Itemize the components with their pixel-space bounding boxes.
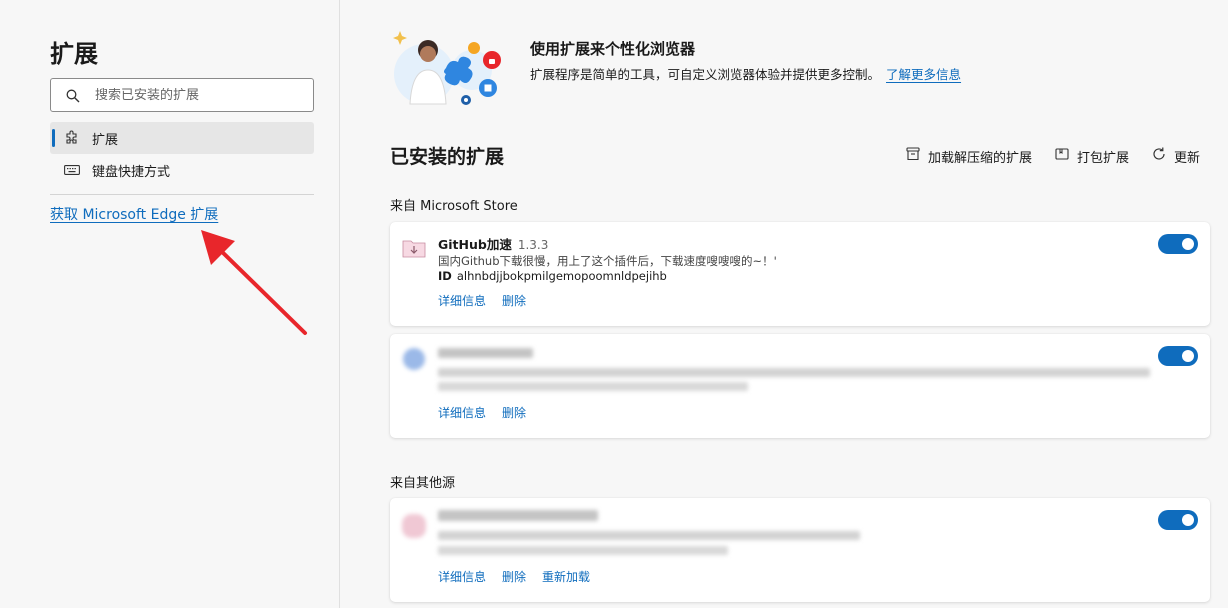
sidebar-item-label: 扩展 (92, 132, 119, 148)
archive-icon (905, 146, 921, 166)
extension-name-row: GitHub加速 1.3.3 (438, 234, 548, 253)
extension-toggle[interactable] (1158, 510, 1198, 530)
blurred-extension-icon (403, 348, 425, 370)
hero-desc-text: 扩展程序是简单的工具，可自定义浏览器体验并提供更多控制。 (530, 67, 881, 82)
reload-link[interactable]: 重新加载 (542, 568, 590, 585)
puzzle-icon (64, 130, 80, 146)
load-unpacked-label: 加载解压缩的扩展 (927, 150, 1032, 166)
extension-name: GitHub加速 (438, 237, 512, 252)
sidebar-item-extensions[interactable]: 扩展 (50, 122, 314, 154)
remove-link[interactable]: 删除 (502, 568, 526, 585)
blurred-name (438, 510, 598, 521)
learn-more-link[interactable]: 了解更多信息 (886, 67, 961, 82)
other-section-label: 来自其他源 (390, 476, 456, 491)
extension-card-github: GitHub加速 1.3.3 国内Github下载很慢，用上了这个插件后，下载速度… (390, 222, 1210, 326)
get-extensions-link[interactable]: 获取 Microsoft Edge 扩展 (50, 204, 218, 224)
extension-version: 1.3.3 (517, 238, 549, 252)
details-link[interactable]: 详细信息 (438, 568, 486, 585)
blurred-name (438, 348, 533, 358)
extension-actions: 详细信息 删除 重新加载 (438, 568, 590, 585)
keyboard-icon (64, 162, 80, 178)
update-label: 更新 (1173, 150, 1200, 166)
extensions-illustration (393, 31, 501, 105)
main-content: 使用扩展来个性化浏览器 扩展程序是简单的工具，可自定义浏览器体验并提供更多控制。… (340, 0, 1228, 608)
installed-extensions-title: 已安装的扩展 (390, 146, 505, 168)
pack-extension-button[interactable]: 打包扩展 (1054, 146, 1129, 166)
blurred-id (438, 546, 728, 555)
extensions-toolbar: 加载解压缩的扩展 打包扩展 更新 (905, 146, 1200, 166)
search-input[interactable] (95, 87, 295, 103)
blurred-extension-icon (402, 514, 426, 538)
extension-description: 国内Github下载很慢，用上了这个插件后，下载速度嗖嗖嗖的~！' (438, 254, 777, 268)
hero-title: 使用扩展来个性化浏览器 (530, 40, 696, 58)
update-button[interactable]: 更新 (1151, 146, 1200, 166)
extension-id-row: ID alhnbdjjbokpmilgemopoomnldpejihb (438, 269, 667, 283)
search-box[interactable] (50, 78, 314, 112)
store-section-label: 来自 Microsoft Store (390, 199, 518, 214)
refresh-icon (1151, 146, 1167, 166)
pack-extension-label: 打包扩展 (1076, 150, 1129, 166)
sidebar-item-shortcuts[interactable]: 键盘快捷方式 (50, 154, 314, 186)
details-link[interactable]: 详细信息 (438, 404, 486, 421)
extension-id: alhnbdjjbokpmilgemopoomnldpejihb (456, 269, 667, 283)
red-arrow-annotation (201, 230, 307, 335)
blurred-id (438, 382, 748, 391)
details-link[interactable]: 详细信息 (438, 292, 486, 309)
sidebar-title: 扩展 (50, 40, 98, 68)
extension-card-blurred-2: 详细信息 删除 重新加载 (390, 498, 1210, 602)
load-unpacked-button[interactable]: 加载解压缩的扩展 (905, 146, 1032, 166)
sidebar-divider (50, 194, 314, 195)
search-icon (66, 88, 80, 103)
blurred-description (438, 368, 1150, 377)
extension-actions: 详细信息 删除 (438, 404, 526, 421)
extension-card-blurred-1: 详细信息 删除 (390, 334, 1210, 438)
package-icon (1054, 146, 1070, 166)
sidebar-item-label: 键盘快捷方式 (92, 164, 171, 180)
remove-link[interactable]: 删除 (502, 404, 526, 421)
blurred-description (438, 531, 860, 540)
extension-actions: 详细信息 删除 (438, 292, 526, 309)
sidebar: 扩展 扩展 键盘快捷方式 获取 Microsoft Edge 扩展 (0, 0, 340, 608)
remove-link[interactable]: 删除 (502, 292, 526, 309)
extension-id-label: ID (438, 269, 452, 283)
extension-toggle[interactable] (1158, 234, 1198, 254)
extension-toggle[interactable] (1158, 346, 1198, 366)
hero-description: 扩展程序是简单的工具，可自定义浏览器体验并提供更多控制。 了解更多信息 (530, 64, 961, 83)
folder-download-icon (402, 240, 426, 258)
